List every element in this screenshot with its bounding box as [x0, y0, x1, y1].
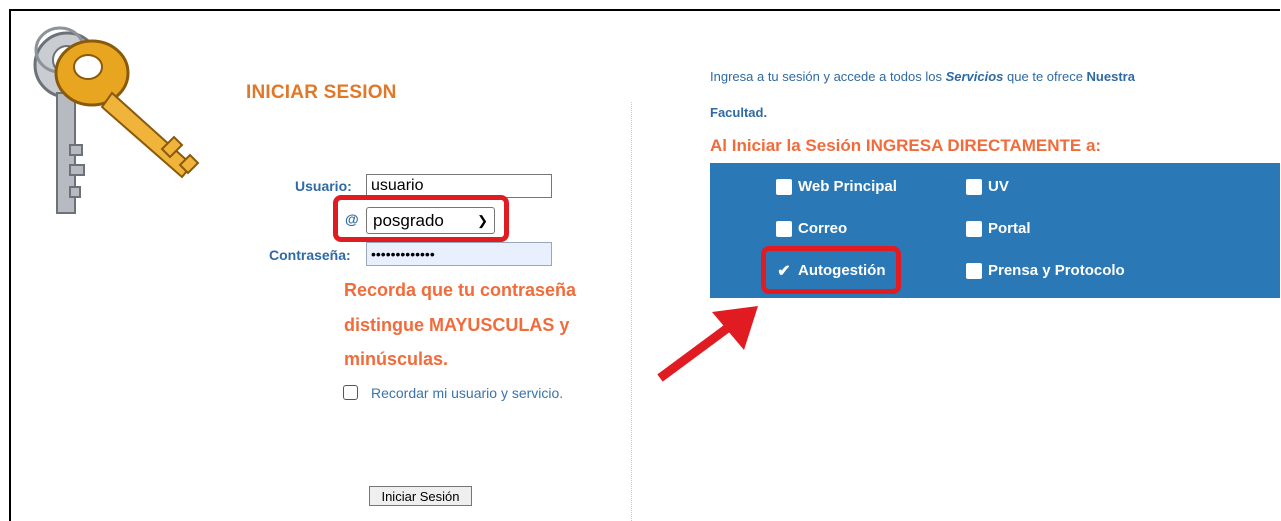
service-option-uv[interactable]: UV	[966, 178, 1009, 195]
autogestion-highlight-box	[761, 246, 901, 294]
password-warning-line2: distingue MAYUSCULAS y	[344, 315, 570, 335]
column-divider	[631, 102, 632, 521]
checkbox-unchecked-icon[interactable]	[966, 262, 982, 279]
service-label: Correo	[798, 220, 848, 237]
remember-label[interactable]: Recordar mi usuario y servicio.	[371, 385, 563, 401]
red-arrow-icon	[657, 306, 758, 382]
checkbox-unchecked-icon[interactable]	[776, 220, 792, 237]
service-option-portal[interactable]: Portal	[966, 220, 1031, 237]
service-label: UV	[988, 178, 1009, 195]
password-input[interactable]	[366, 242, 552, 266]
checkbox-unchecked-icon[interactable]	[776, 178, 792, 195]
domain-highlight-box	[333, 195, 509, 242]
login-title: INICIAR SESION	[246, 82, 397, 103]
service-label: Prensa y Protocolo	[988, 262, 1125, 279]
service-label: Web Principal	[798, 178, 897, 195]
password-warning-line1: Recorda que tu contraseña	[344, 280, 577, 300]
password-warning-line3: minúsculas.	[344, 349, 449, 369]
login-submit-button[interactable]: Iniciar Sesión	[369, 486, 472, 506]
intro-text-line1: Ingresa a tu sesión y accede a todos los…	[710, 69, 1135, 84]
username-label: Usuario:	[295, 178, 352, 194]
remember-checkbox[interactable]	[343, 385, 358, 400]
intro-text-line2: Facultad.	[710, 105, 768, 120]
service-option-prensa-protocolo[interactable]: Prensa y Protocolo	[966, 262, 1125, 279]
services-heading: Al Iniciar la Sesión INGRESA DIRECTAMENT…	[710, 136, 1102, 155]
password-label: Contraseña:	[269, 247, 351, 263]
keys-icon	[33, 26, 200, 214]
service-label: Portal	[988, 220, 1031, 237]
service-option-web-principal[interactable]: Web Principal	[776, 178, 897, 195]
checkbox-unchecked-icon[interactable]	[966, 220, 982, 237]
checkbox-unchecked-icon[interactable]	[966, 178, 982, 195]
service-option-correo[interactable]: Correo	[776, 220, 847, 237]
